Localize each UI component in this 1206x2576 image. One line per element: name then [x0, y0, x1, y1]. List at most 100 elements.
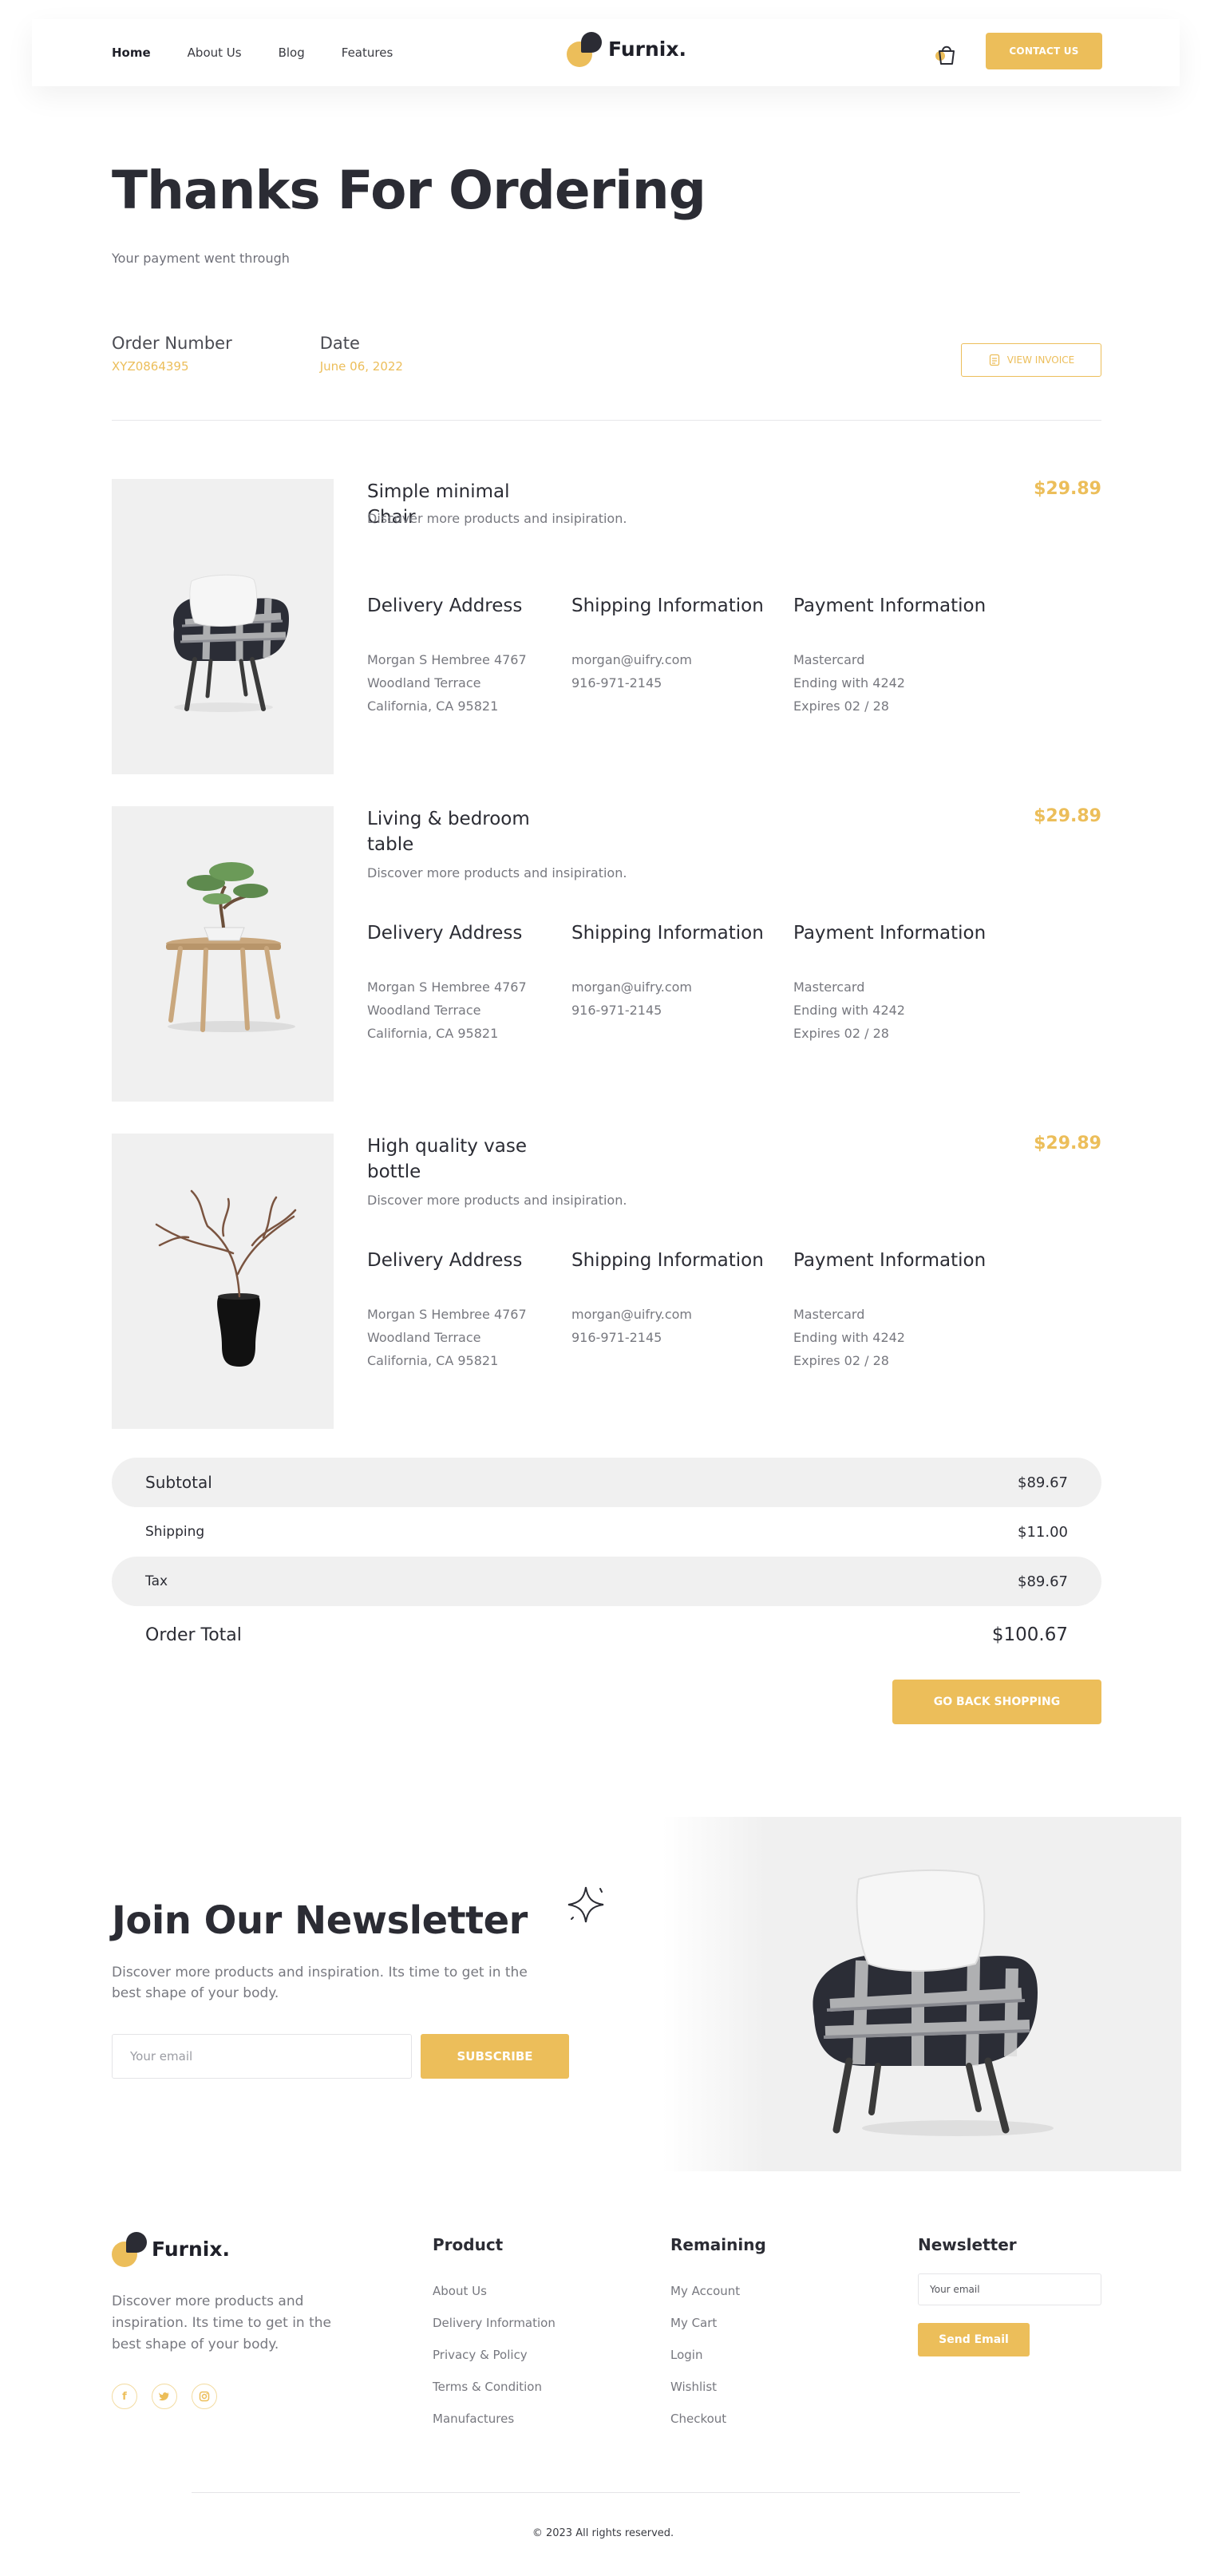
- contact-us-button[interactable]: CONTACT US: [986, 33, 1102, 69]
- footer-link[interactable]: About Us: [433, 2275, 556, 2307]
- payment-information-title: Payment Information: [793, 923, 987, 944]
- payment-information-title: Payment Information: [793, 596, 987, 616]
- product-price: $29.89: [1034, 1134, 1101, 1153]
- bonsai-table-image: [112, 806, 334, 1102]
- product-price: $29.89: [1034, 806, 1101, 826]
- footer-newsletter-column: Newsletter: [918, 2235, 1017, 2275]
- facebook-icon[interactable]: f: [112, 2384, 137, 2409]
- product-description: Discover more products and insipiration.: [367, 1193, 627, 1208]
- footer-email-input[interactable]: [918, 2273, 1101, 2305]
- footer-link[interactable]: Wishlist: [670, 2371, 766, 2403]
- copyright-text: © 2023 All rights reserved.: [532, 2527, 674, 2539]
- order-number-value: XYZ0864395: [112, 359, 189, 374]
- delivery-address-block: Delivery Address Morgan S Hembree 4767 W…: [367, 1250, 527, 1372]
- shipping-email: morgan@uifry.com: [571, 1307, 693, 1322]
- delivery-address-title: Delivery Address: [367, 596, 523, 616]
- footer-link[interactable]: My Cart: [670, 2307, 766, 2339]
- go-back-shopping-button[interactable]: GO BACK SHOPPING: [892, 1680, 1101, 1724]
- send-email-button[interactable]: Send Email: [918, 2323, 1030, 2356]
- footer-link[interactable]: Privacy & Policy: [433, 2339, 556, 2371]
- shipping-label: Shipping: [145, 1524, 205, 1540]
- main-nav: Home About Us Blog Features: [112, 46, 393, 60]
- payment-line: Expires 02 / 28: [793, 698, 889, 714]
- footer-link[interactable]: Checkout: [670, 2403, 766, 2435]
- shipping-row: Shipping $11.00: [112, 1507, 1101, 1557]
- subtotal-value: $89.67: [1018, 1474, 1068, 1491]
- twitter-icon[interactable]: [152, 2384, 177, 2409]
- armchair-image: [112, 479, 334, 774]
- delivery-line: Morgan S Hembree 4767: [367, 1307, 527, 1322]
- subscribe-button[interactable]: SUBSCRIBE: [421, 2034, 569, 2079]
- nav-home-link[interactable]: Home: [112, 46, 151, 60]
- newsletter-armchair-image: [662, 1817, 1181, 2171]
- footer-remaining-column: Remaining My Account My Cart Login Wishl…: [670, 2235, 766, 2435]
- shipping-information-block: Shipping Information morgan@uifry.com 91…: [571, 923, 764, 1022]
- instagram-icon[interactable]: [192, 2384, 217, 2409]
- nav-about-link[interactable]: About Us: [188, 46, 242, 60]
- newsletter-description: Discover more products and inspiration. …: [112, 1965, 528, 2001]
- delivery-line: Woodland Terrace: [367, 1330, 481, 1345]
- shipping-information-title: Shipping Information: [571, 923, 764, 944]
- nav-features-link[interactable]: Features: [342, 46, 393, 60]
- view-invoice-label: VIEW INVOICE: [1006, 354, 1075, 366]
- newsletter-title: Join Our Newsletter: [112, 1898, 528, 1943]
- footer-link[interactable]: My Account: [670, 2275, 766, 2307]
- divider: [112, 420, 1101, 421]
- order-item: Living & bedroom table Discover more pro…: [112, 806, 1101, 1102]
- shipping-information-title: Shipping Information: [571, 596, 764, 616]
- footer-link[interactable]: Terms & Condition: [433, 2371, 556, 2403]
- nav-blog-link[interactable]: Blog: [279, 46, 305, 60]
- order-number-label: Order Number: [112, 334, 232, 353]
- order-number-block: Order Number XYZ0864395: [112, 334, 232, 374]
- delivery-line: California, CA 95821: [367, 1026, 499, 1041]
- order-item: Simple minimal Chair Discover more produ…: [112, 479, 1101, 774]
- order-meta: Order Number XYZ0864395 Date June 06, 20…: [112, 334, 403, 374]
- delivery-line: Woodland Terrace: [367, 1003, 481, 1018]
- footer-link[interactable]: Manufactures: [433, 2403, 556, 2435]
- payment-line: Expires 02 / 28: [793, 1353, 889, 1368]
- shipping-phone: 916-971-2145: [571, 1003, 662, 1018]
- shipping-phone: 916-971-2145: [571, 675, 662, 690]
- order-totals: Subtotal $89.67 Shipping $11.00 Tax $89.…: [112, 1458, 1101, 1664]
- footer-brand-name: Furnix.: [152, 2237, 230, 2261]
- shipping-information-block: Shipping Information morgan@uifry.com 91…: [571, 1250, 764, 1349]
- payment-line: Ending with 4242: [793, 1330, 905, 1345]
- product-description: Discover more products and insipiration.: [367, 865, 627, 880]
- shipping-information-block: Shipping Information morgan@uifry.com 91…: [571, 596, 764, 694]
- footer-link[interactable]: Delivery Information: [433, 2307, 556, 2339]
- product-name[interactable]: High quality vase bottle: [367, 1134, 559, 1185]
- product-price: $29.89: [1034, 479, 1101, 499]
- delivery-address-title: Delivery Address: [367, 923, 523, 944]
- payment-line: Mastercard: [793, 652, 865, 667]
- order-date-block: Date June 06, 2022: [320, 334, 403, 374]
- shipping-email: morgan@uifry.com: [571, 979, 693, 995]
- subtotal-label: Subtotal: [145, 1473, 212, 1492]
- payment-information-block: Payment Information Mastercard Ending wi…: [793, 1250, 986, 1372]
- delivery-address-block: Delivery Address Morgan S Hembree 4767 W…: [367, 596, 527, 718]
- document-icon: [989, 354, 999, 366]
- view-invoice-button[interactable]: VIEW INVOICE: [961, 343, 1101, 377]
- footer-brand-logo[interactable]: Furnix.: [112, 2230, 230, 2267]
- sparkle-icon: [567, 1886, 604, 1923]
- footer-remaining-title: Remaining: [670, 2235, 766, 2254]
- logo-mark-icon: [112, 2230, 148, 2267]
- footer-link[interactable]: Login: [670, 2339, 766, 2371]
- payment-line: Ending with 4242: [793, 675, 905, 690]
- logo-mark-icon: [567, 30, 603, 67]
- product-description: Discover more products and insipiration.: [367, 511, 627, 526]
- order-total-label: Order Total: [145, 1624, 242, 1645]
- shipping-phone: 916-971-2145: [571, 1330, 662, 1345]
- subtotal-row: Subtotal $89.67: [112, 1458, 1101, 1507]
- site-header: Home About Us Blog Features Furnix. CONT…: [32, 19, 1180, 86]
- newsletter-email-input[interactable]: [112, 2034, 412, 2079]
- delivery-address-block: Delivery Address Morgan S Hembree 4767 W…: [367, 923, 527, 1045]
- brand-name: Furnix.: [608, 37, 686, 61]
- brand-logo[interactable]: Furnix.: [567, 30, 686, 67]
- shipping-value: $11.00: [1018, 1523, 1068, 1541]
- payment-information-title: Payment Information: [793, 1250, 987, 1271]
- order-total-row: Order Total $100.67: [112, 1606, 1101, 1664]
- tax-row: Tax $89.67: [112, 1557, 1101, 1606]
- footer-product-title: Product: [433, 2235, 504, 2254]
- product-name[interactable]: Living & bedroom table: [367, 806, 559, 857]
- shopping-bag-icon[interactable]: [932, 40, 959, 67]
